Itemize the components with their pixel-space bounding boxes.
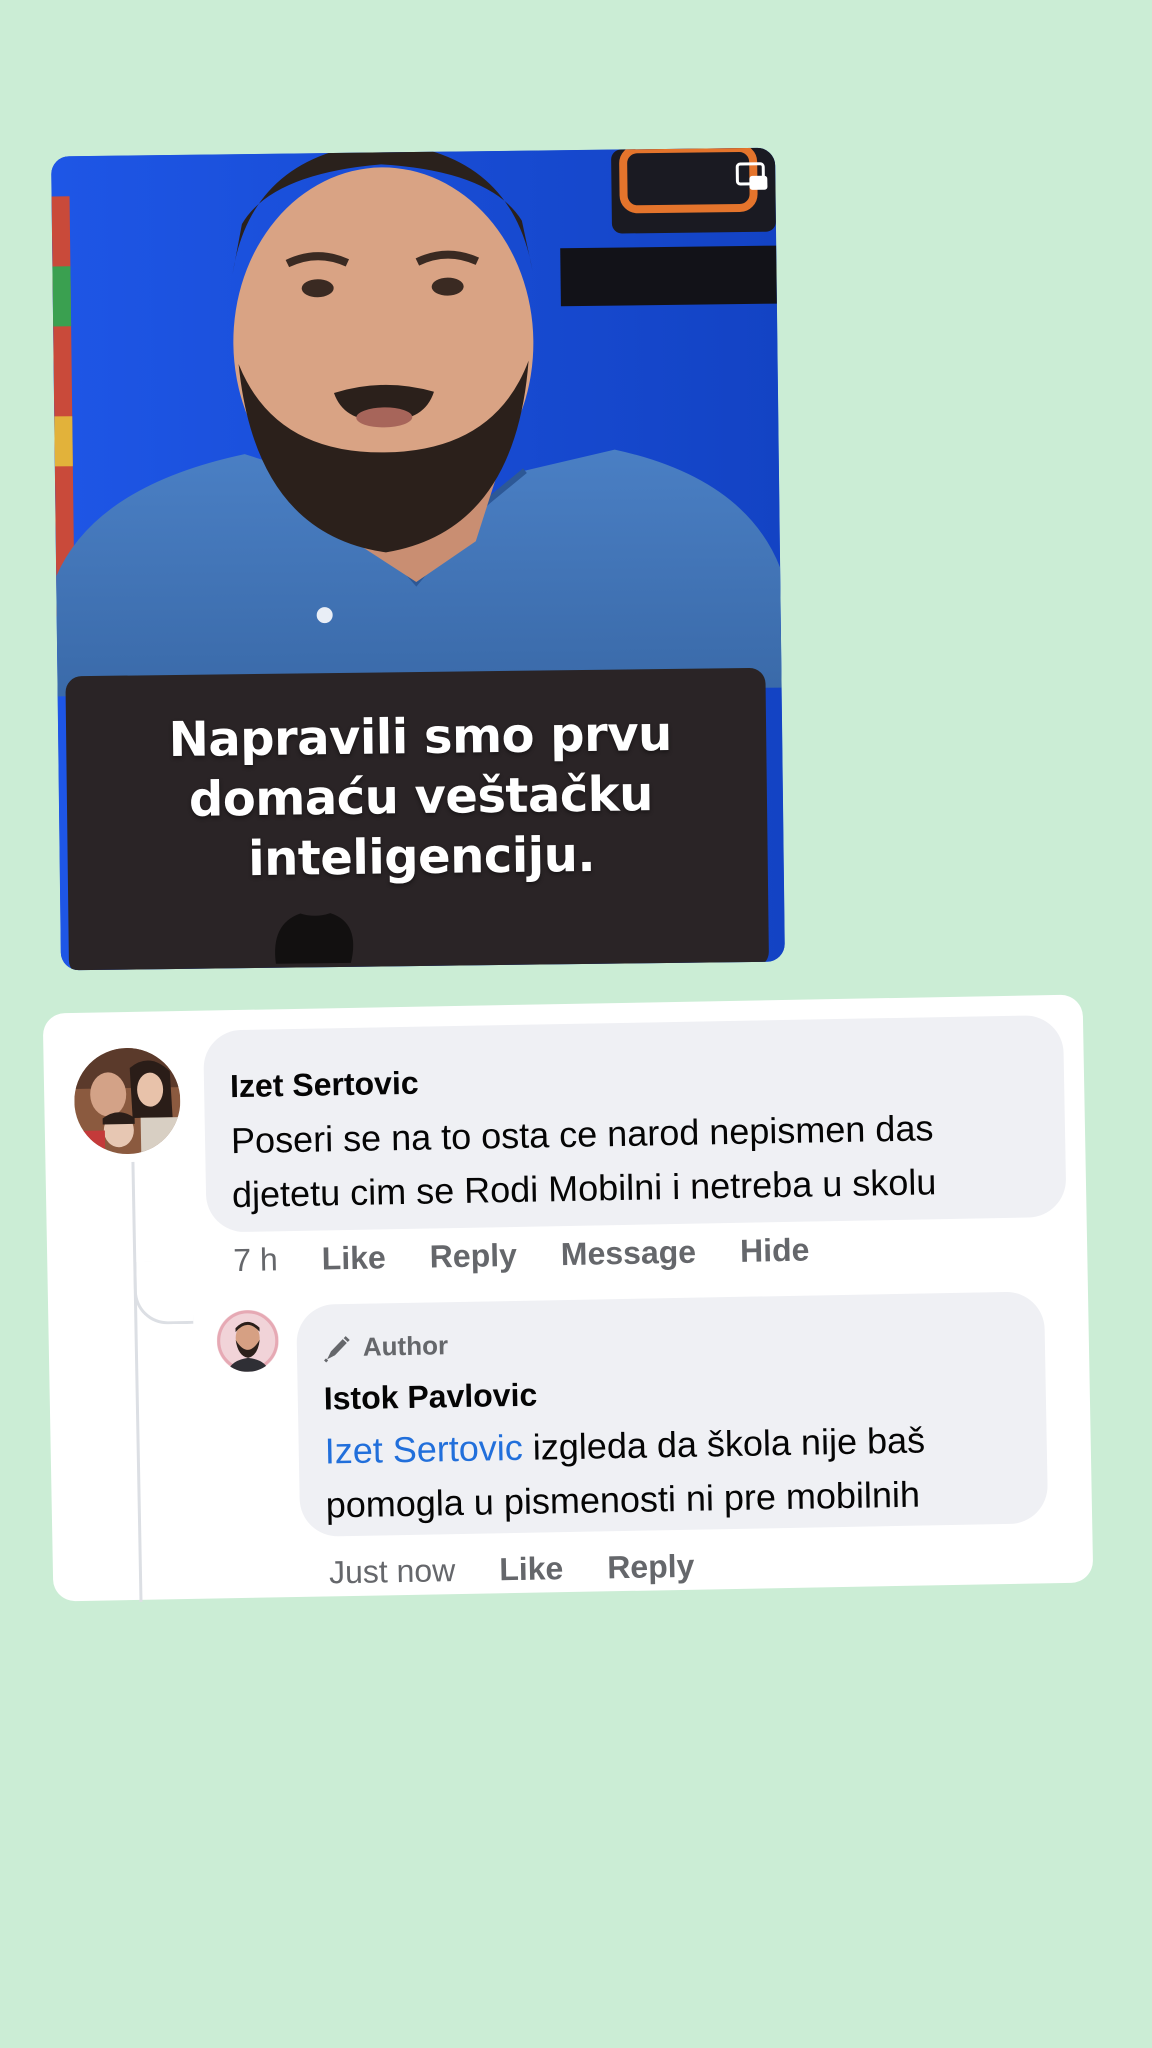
comment-bubble: Izet Sertovic Poseri se na to osta ce na… — [203, 1014, 1067, 1233]
reply-actions: Just now Like Reply — [329, 1547, 739, 1591]
reply-like-button[interactable]: Like — [499, 1550, 564, 1588]
reply-time[interactable]: Just now — [329, 1552, 456, 1591]
reply-text: Izet Sertovic izgleda da škola nije baš … — [324, 1412, 1028, 1533]
author-badge-label: Author — [362, 1330, 449, 1362]
comment-text: Poseri se na to osta ce narod nepismen d… — [230, 1107, 937, 1216]
picture-in-picture-icon[interactable] — [735, 162, 768, 192]
reply-bubble: Author Istok Pavlovic Izet Sertovic izgl… — [296, 1291, 1049, 1537]
commenter-avatar[interactable] — [73, 1047, 182, 1156]
like-button[interactable]: Like — [321, 1239, 386, 1277]
hide-button[interactable]: Hide — [740, 1232, 810, 1270]
video-caption: Napravili smo prvu domaću veštačku intel… — [168, 705, 673, 888]
reply-author[interactable]: Istok Pavlovic — [323, 1377, 537, 1418]
comment-actions: 7 h Like Reply Message Hide — [233, 1231, 854, 1279]
reply-author-avatar[interactable] — [216, 1309, 280, 1373]
author-badge-icon — [324, 1335, 350, 1363]
message-button[interactable]: Message — [561, 1234, 697, 1273]
reply-reply-button[interactable]: Reply — [607, 1548, 695, 1587]
comments-panel: Izet Sertovic Poseri se na to osta ce na… — [42, 994, 1094, 1602]
video-post[interactable]: Napravili smo prvu domaću veštačku intel… — [51, 147, 785, 971]
thread-line — [131, 1161, 143, 1602]
thread-branch — [133, 1260, 194, 1325]
comment-author[interactable]: Izet Sertovic — [230, 1065, 419, 1105]
reply-button[interactable]: Reply — [429, 1237, 517, 1276]
comment-time[interactable]: 7 h — [233, 1241, 278, 1279]
mention-link[interactable]: Izet Sertovic — [324, 1427, 523, 1472]
author-badge: Author — [323, 1330, 449, 1363]
